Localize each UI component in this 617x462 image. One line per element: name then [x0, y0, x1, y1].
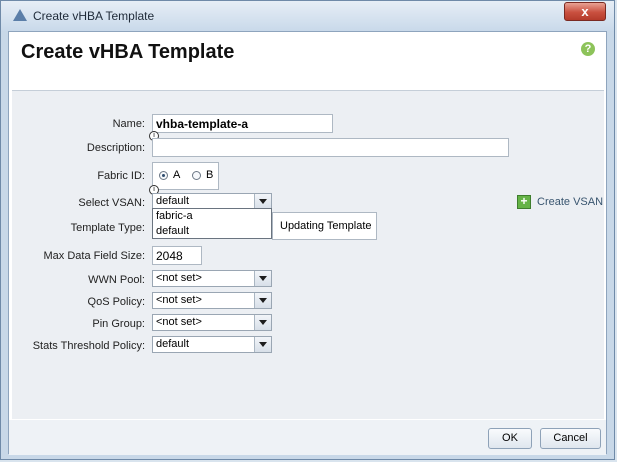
fabric-b-radio[interactable]: [192, 171, 201, 180]
stats-threshold-policy-value: default: [156, 338, 190, 350]
chevron-down-icon[interactable]: [254, 293, 271, 308]
chevron-down-icon[interactable]: [254, 271, 271, 286]
stats-threshold-policy-label: Stats Threshold Policy:: [32, 340, 145, 352]
close-button[interactable]: x: [564, 2, 606, 21]
fabric-radio-group: A B: [152, 162, 219, 190]
create-vsan-label: Create VSAN: [537, 196, 604, 208]
app-icon: [13, 9, 27, 21]
pin-group-label: Pin Group:: [92, 318, 145, 330]
description-label: Description:: [86, 142, 145, 154]
wwn-pool-select[interactable]: <not set>: [152, 270, 272, 287]
stats-threshold-policy-select[interactable]: default: [152, 336, 272, 353]
wwn-pool-value: <not set>: [156, 272, 202, 284]
window-title: Create vHBA Template: [33, 9, 155, 23]
plus-icon: +: [517, 195, 531, 209]
vsan-dropdown-list: fabric-a default: [152, 208, 272, 239]
vsan-option-default[interactable]: default: [153, 224, 271, 239]
vsan-value: default: [156, 195, 190, 207]
cancel-button[interactable]: Cancel: [540, 428, 601, 449]
vsan-option-fabric-a[interactable]: fabric-a: [153, 209, 271, 224]
qos-policy-select[interactable]: <not set>: [152, 292, 272, 309]
dialog-footer: OK Cancel: [9, 420, 606, 455]
qos-policy-label: QoS Policy:: [87, 296, 145, 308]
template-type-box[interactable]: Updating Template: [272, 212, 377, 240]
pin-group-value: <not set>: [156, 316, 202, 328]
max-data-field-size-label: Max Data Field Size:: [43, 250, 145, 262]
name-label: Name:: [112, 118, 145, 130]
template-type-label: Template Type:: [70, 222, 145, 234]
form-area: Name: vhba-template-a i Description: Fab…: [12, 90, 604, 419]
dialog-window: Create vHBA Template x Create vHBA Templ…: [0, 0, 615, 460]
help-icon[interactable]: ?: [581, 42, 595, 56]
max-data-field-size-input[interactable]: 2048: [152, 246, 202, 265]
fabric-a-label: A: [173, 169, 181, 181]
chevron-down-icon[interactable]: [254, 315, 271, 330]
fabric-a-radio[interactable]: [159, 171, 168, 180]
fabric-id-label: Fabric ID:: [97, 170, 145, 182]
create-vsan-link[interactable]: + Create VSAN: [517, 195, 604, 209]
chevron-down-icon[interactable]: [254, 337, 271, 352]
fabric-b-label: B: [206, 169, 214, 181]
chevron-down-icon[interactable]: [254, 194, 271, 209]
ok-button[interactable]: OK: [488, 428, 532, 449]
select-vsan-label: Select VSAN:: [78, 197, 145, 209]
pin-group-select[interactable]: <not set>: [152, 314, 272, 331]
titlebar: Create vHBA Template x: [1, 1, 614, 31]
header: Create vHBA Template ?: [9, 32, 606, 90]
wwn-pool-label: WWN Pool:: [88, 274, 145, 286]
qos-policy-value: <not set>: [156, 294, 202, 306]
name-input[interactable]: vhba-template-a: [152, 114, 333, 133]
page-title: Create vHBA Template: [21, 41, 235, 63]
dialog-content: Create vHBA Template ? Name: vhba-templa…: [8, 31, 607, 455]
description-input[interactable]: [152, 138, 509, 157]
